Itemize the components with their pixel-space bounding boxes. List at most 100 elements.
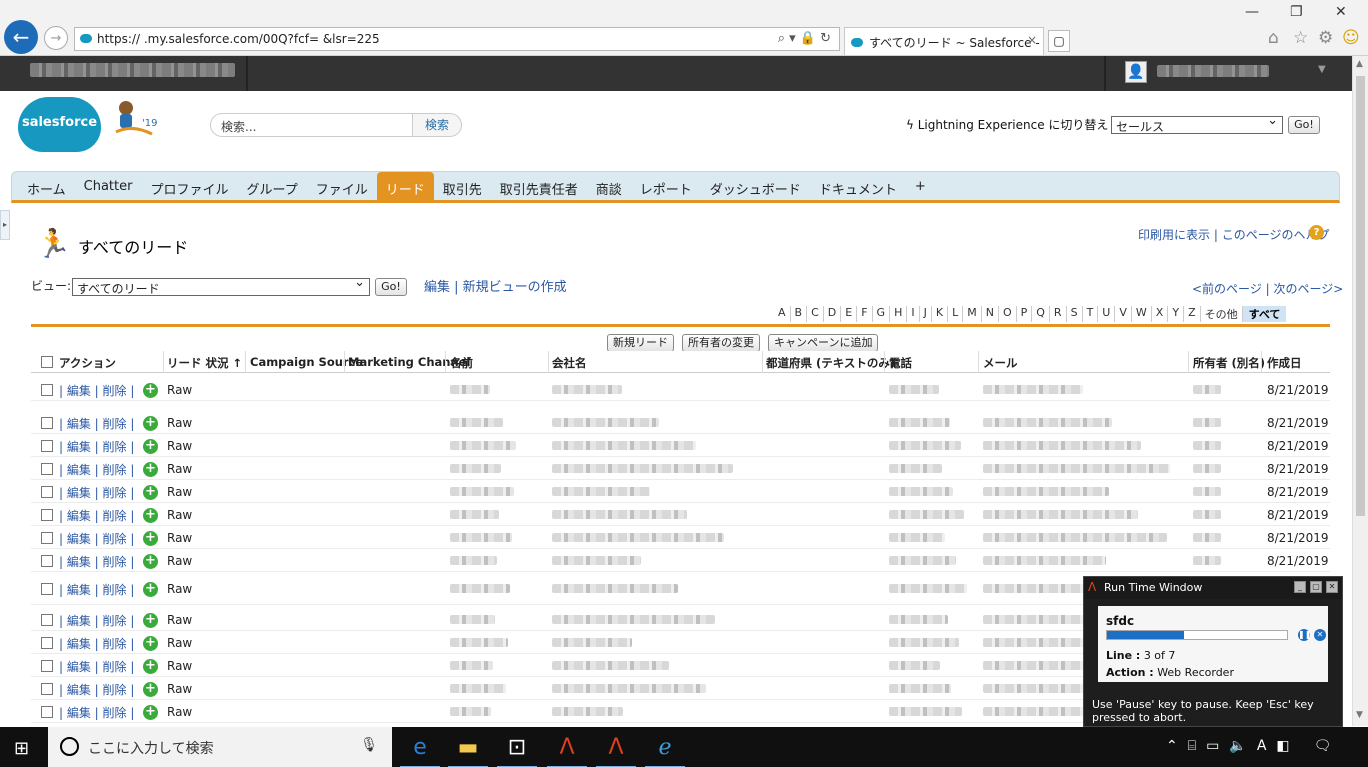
alpha-filter-all[interactable]: すべて [1242,306,1287,322]
alpha-filter-s[interactable]: S [1067,306,1083,322]
add-plus-icon[interactable]: + [143,659,158,674]
row-actions[interactable]: | 編集 | 削除 | [59,681,134,698]
owner-redacted[interactable] [1193,385,1221,394]
runtime-titlebar[interactable]: Λ Run Time Window _ ▢ ✕ [1084,577,1342,599]
change-owner-button[interactable]: 所有者の変更 [682,334,760,352]
col-company[interactable]: 会社名 [552,355,587,371]
file-explorer-icon[interactable]: ▬ [448,734,488,767]
add-plus-icon[interactable]: + [143,531,158,546]
alpha-filter-v[interactable]: V [1115,306,1132,322]
address-bar-icons[interactable]: ⌕ ▾ 🔒 ↻ [778,31,831,46]
alpha-filter-x[interactable]: X [1152,306,1169,322]
row-checkbox[interactable] [41,509,53,521]
automation-anywhere-app-icon-2[interactable]: Λ [596,734,636,767]
row-actions[interactable]: | 編集 | 削除 | [59,612,134,629]
col-name[interactable]: 名前 [450,355,473,371]
app-go-button[interactable]: Go! [1288,116,1320,134]
email-redacted[interactable] [983,464,1170,473]
app-select[interactable]: セールス [1111,113,1283,134]
new-lead-button[interactable]: 新規リード [607,334,674,352]
display-icon[interactable]: ▭ [1206,738,1219,754]
col-created-date[interactable]: 作成日 [1267,355,1302,371]
alpha-filter-k[interactable]: K [932,306,949,322]
search-input[interactable]: 検索... [210,113,414,137]
name-redacted[interactable] [450,441,516,450]
network-icon[interactable]: ⌸ [1188,738,1196,754]
runtime-minimize-icon[interactable]: _ [1294,581,1306,593]
owner-redacted[interactable] [1193,533,1221,542]
automation-anywhere-app-icon[interactable]: Λ [547,734,587,767]
pause-icon[interactable]: ❚❚ [1298,629,1311,641]
tab-profile[interactable]: プロファイル [141,172,237,200]
notifications-icon[interactable]: 🗨 [1314,738,1332,754]
favorites-star-icon[interactable]: ☆ [1293,28,1308,48]
help-icon[interactable]: ? [1309,225,1324,240]
col-prefecture[interactable]: 都道府県 (テキストのみ) [766,355,895,371]
volume-icon[interactable]: 🔈 [1229,738,1246,754]
runtime-maximize-icon[interactable]: ▢ [1310,581,1322,593]
col-phone[interactable]: 電話 [889,355,912,371]
row-checkbox[interactable] [41,417,53,429]
scrollbar-thumb[interactable] [1356,76,1365,516]
alpha-filter-q[interactable]: Q [1032,306,1050,322]
row-checkbox[interactable] [41,683,53,695]
tab-chatter[interactable]: Chatter [75,172,142,200]
microphone-icon[interactable]: 🎙 [360,737,378,753]
tab-add-icon[interactable]: + [906,172,935,200]
view-go-button[interactable]: Go! [375,278,407,296]
alpha-filter-a[interactable]: A [774,306,791,322]
row-checkbox[interactable] [41,583,53,595]
alpha-filter-y[interactable]: Y [1168,306,1185,322]
name-redacted[interactable] [450,487,514,496]
new-view-link[interactable]: 新規ビューの作成 [463,280,567,295]
view-select[interactable]: すべてのリード [72,275,370,296]
print-link[interactable]: 印刷用に表示 [1138,228,1210,242]
alpha-filter-other[interactable]: その他 [1201,306,1243,322]
smiley-feedback-icon[interactable]: ☺ [1342,28,1360,48]
add-plus-icon[interactable]: + [143,554,158,569]
store-icon[interactable]: ⊡ [497,734,537,767]
owner-redacted[interactable] [1193,556,1221,565]
new-tab-button[interactable]: ▢ [1048,30,1070,52]
alpha-filter-n[interactable]: N [982,306,999,322]
row-checkbox[interactable] [41,706,53,718]
name-redacted[interactable] [450,464,501,473]
row-checkbox[interactable] [41,486,53,498]
ime-mode-icon[interactable]: ◧ [1276,738,1289,754]
row-checkbox[interactable] [41,463,53,475]
name-redacted[interactable] [450,556,497,565]
tab-documents[interactable]: ドキュメント [810,172,906,200]
alpha-filter-h[interactable]: H [890,306,908,322]
tab-files[interactable]: ファイル [307,172,377,200]
alpha-filter-i[interactable]: I [907,306,920,322]
alpha-filter-p[interactable]: P [1017,306,1033,322]
row-checkbox[interactable] [41,532,53,544]
alpha-filter-m[interactable]: M [963,306,982,322]
user-name-redacted[interactable] [1157,65,1269,77]
lightning-switch-link[interactable]: ϟ Lightning Experience に切り替え [906,116,1108,133]
browser-tab[interactable]: すべてのリード ~ Salesforce - ... × [844,27,1044,55]
add-plus-icon[interactable]: + [143,613,158,628]
tab-opportunities[interactable]: 商談 [587,172,631,200]
tab-leads[interactable]: リード [376,172,434,200]
tab-reports[interactable]: レポート [631,172,701,200]
add-plus-icon[interactable]: + [143,508,158,523]
row-actions[interactable]: | 編集 | 削除 | [59,484,134,501]
row-actions[interactable]: | 編集 | 削除 | [59,382,134,399]
row-actions[interactable]: | 編集 | 削除 | [59,581,134,598]
alpha-filter-u[interactable]: U [1098,306,1116,322]
ime-icon[interactable]: A [1257,738,1267,754]
owner-redacted[interactable] [1193,441,1221,450]
select-all-checkbox[interactable] [41,356,53,368]
chevron-down-icon[interactable]: ▼ [1318,64,1326,75]
row-checkbox[interactable] [41,384,53,396]
address-bar[interactable]: https:// .my.salesforce.com/00Q?fcf= &ls… [74,27,840,51]
alpha-filter-l[interactable]: L [948,306,964,322]
tab-accounts[interactable]: 取引先 [434,172,491,200]
row-checkbox[interactable] [41,440,53,452]
name-redacted[interactable] [450,510,499,519]
taskbar-search-input[interactable]: ここに入力して検索 🎙 [48,727,392,767]
forward-button[interactable]: → [44,26,68,50]
alpha-filter-w[interactable]: W [1132,306,1152,322]
alpha-filter-g[interactable]: G [873,306,891,322]
